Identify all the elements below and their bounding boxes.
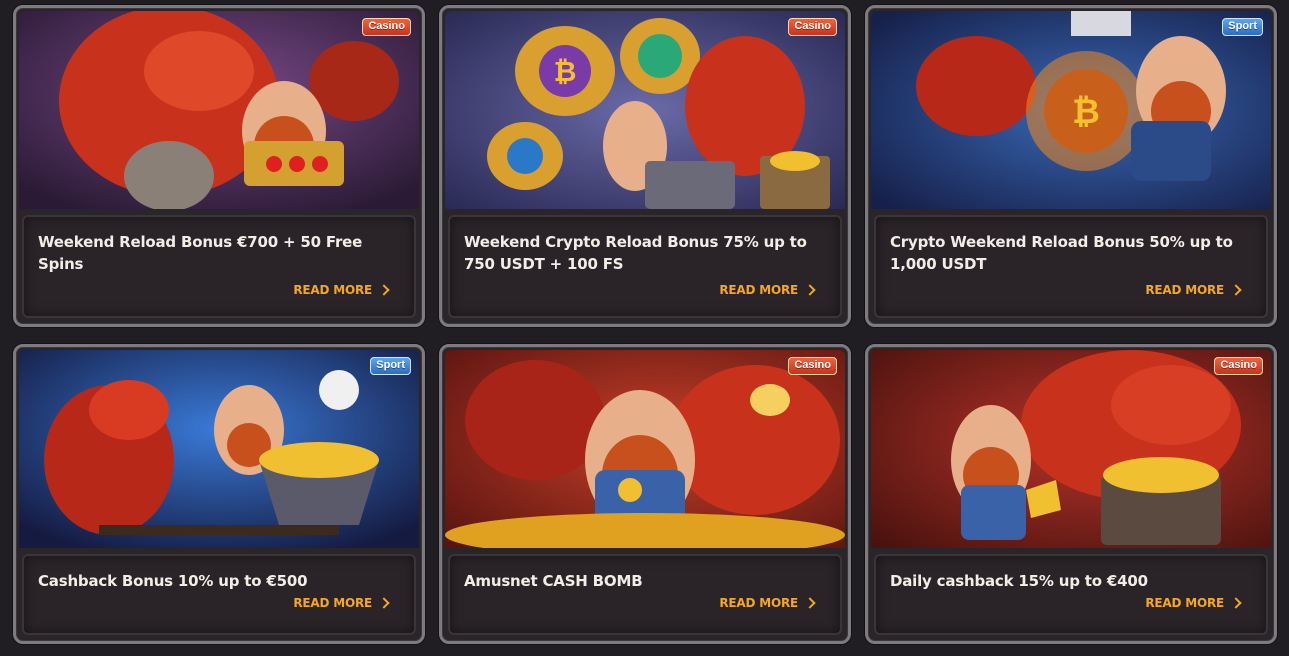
promo-info-panel: Weekend Crypto Reload Bonus 75% up to 75… bbox=[448, 215, 842, 318]
promo-artwork[interactable]: Casino bbox=[871, 350, 1271, 548]
read-more-link[interactable]: READ MORE bbox=[293, 283, 390, 297]
promo-title: Amusnet CASH BOMB bbox=[464, 572, 643, 590]
chevron-right-icon bbox=[804, 597, 816, 609]
read-more-link[interactable]: READ MORE bbox=[719, 596, 816, 610]
read-more-link[interactable]: READ MORE bbox=[1145, 283, 1242, 297]
promo-info-panel: Daily cashback 15% up to €400 READ MORE bbox=[874, 554, 1268, 635]
read-more-label: READ MORE bbox=[293, 596, 372, 610]
promo-title: Weekend Reload Bonus €700 + 50 Free Spin… bbox=[38, 233, 363, 273]
category-badge: Sport bbox=[1222, 18, 1263, 36]
promo-info-panel: Weekend Reload Bonus €700 + 50 Free Spin… bbox=[22, 215, 416, 318]
promo-artwork[interactable]: Casino bbox=[19, 11, 419, 209]
promo-title: Weekend Crypto Reload Bonus 75% up to 75… bbox=[464, 233, 807, 273]
chevron-right-icon bbox=[378, 284, 390, 296]
promo-info-panel: Amusnet CASH BOMB READ MORE bbox=[448, 554, 842, 635]
category-badge: Casino bbox=[1214, 357, 1263, 375]
promo-info-panel: Crypto Weekend Reload Bonus 50% up to 1,… bbox=[874, 215, 1268, 318]
read-more-label: READ MORE bbox=[1145, 283, 1224, 297]
promo-card[interactable]: Sport Cashback Bonus 10% up to €500 READ… bbox=[13, 344, 425, 644]
promo-title: Daily cashback 15% up to €400 bbox=[890, 572, 1148, 590]
promo-artwork[interactable]: ₿ Sport bbox=[871, 11, 1271, 209]
category-badge: Casino bbox=[788, 357, 837, 375]
promo-card[interactable]: Casino Amusnet CASH BOMB READ MORE bbox=[439, 344, 851, 644]
promo-card[interactable]: Casino Weekend Reload Bonus €700 + 50 Fr… bbox=[13, 5, 425, 327]
promo-title: Cashback Bonus 10% up to €500 bbox=[38, 572, 308, 590]
chevron-right-icon bbox=[378, 597, 390, 609]
promo-artwork[interactable]: Casino bbox=[445, 350, 845, 548]
chevron-right-icon bbox=[1230, 597, 1242, 609]
promo-info-panel: Cashback Bonus 10% up to €500 READ MORE bbox=[22, 554, 416, 635]
read-more-label: READ MORE bbox=[719, 596, 798, 610]
promo-card[interactable]: ₿ Casino Weekend Crypto Reload Bonus 75%… bbox=[439, 5, 851, 327]
promo-card[interactable]: Casino Daily cashback 15% up to €400 REA… bbox=[865, 344, 1277, 644]
promo-card[interactable]: ₿ Sport Crypto Weekend Reload Bonus 50% … bbox=[865, 5, 1277, 327]
promo-artwork[interactable]: ₿ Casino bbox=[445, 11, 845, 209]
read-more-link[interactable]: READ MORE bbox=[719, 283, 816, 297]
svg-text:₿: ₿ bbox=[554, 55, 577, 88]
category-badge: Sport bbox=[370, 357, 411, 375]
promotions-grid: Casino Weekend Reload Bonus €700 + 50 Fr… bbox=[0, 0, 1289, 656]
chevron-right-icon bbox=[804, 284, 816, 296]
read-more-label: READ MORE bbox=[719, 283, 798, 297]
read-more-link[interactable]: READ MORE bbox=[293, 596, 390, 610]
svg-text:₿: ₿ bbox=[1072, 92, 1100, 132]
promo-artwork[interactable]: Sport bbox=[19, 350, 419, 548]
read-more-label: READ MORE bbox=[1145, 596, 1224, 610]
read-more-label: READ MORE bbox=[293, 283, 372, 297]
chevron-right-icon bbox=[1230, 284, 1242, 296]
read-more-link[interactable]: READ MORE bbox=[1145, 596, 1242, 610]
promo-title: Crypto Weekend Reload Bonus 50% up to 1,… bbox=[890, 233, 1233, 273]
category-badge: Casino bbox=[788, 18, 837, 36]
category-badge: Casino bbox=[362, 18, 411, 36]
